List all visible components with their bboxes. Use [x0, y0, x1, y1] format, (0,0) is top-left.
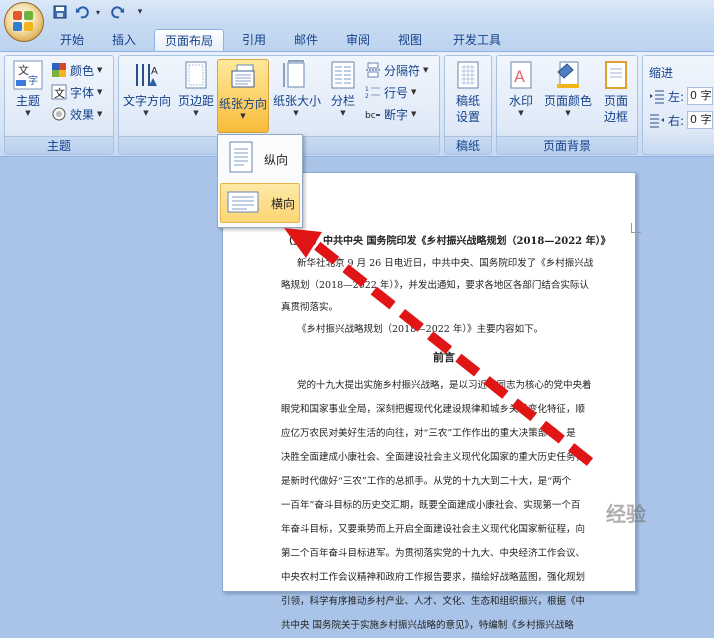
line-numbers-button[interactable]: 12 行号 ▼	[365, 82, 416, 102]
watermark-icon: A	[506, 60, 536, 90]
page-borders-icon	[601, 60, 631, 90]
indent-right-control: 右: 0 字	[649, 110, 714, 130]
redo-icon[interactable]	[110, 4, 126, 20]
tab-home[interactable]: 开始	[50, 29, 94, 51]
margins-button[interactable]: 页边距 ▼	[175, 60, 217, 117]
document-page[interactable]: （全文）中共中央 国务院印发《乡村振兴战略规划（2018—2022 年）》 新华…	[222, 172, 641, 631]
body-line: 引领，科学有序推动乡村产业、人才、文化、生态和组织振兴，根据《中	[281, 596, 586, 607]
breaks-icon	[365, 62, 381, 78]
body-line: 中央农村工作会议精神和政府工作报告要求，描绘好战略蓝图，强化规划	[281, 572, 586, 583]
indent-left-control: 左: 0 字	[649, 86, 714, 106]
text-direction-icon: A	[131, 60, 161, 90]
body-line: 眼党和国家事业全局，深刻把握现代化建设规律和城乡关系变化特征，顺	[281, 404, 586, 415]
body-line: 年奋斗目标，又要乘势而上开启全面建设社会主义现代化国家新征程，向	[281, 524, 586, 535]
hyphenation-icon: bc	[365, 106, 381, 122]
draft-settings-button[interactable]: 稿纸 设置	[448, 60, 488, 125]
draft-paper-icon	[453, 60, 483, 90]
svg-text:1: 1	[365, 86, 369, 93]
title-bar: ▾ ▾	[0, 0, 714, 42]
office-logo-icon	[13, 11, 35, 33]
body-line: 第二个百年奋斗目标进军。为贯彻落实党的十九大、中央经济工作会议、	[281, 548, 586, 559]
theme-icon: 文字	[13, 60, 43, 90]
ribbon-tabs: 开始 插入 页面布局 引用 邮件 审阅 视图 开发工具	[0, 27, 714, 51]
indent-left-input[interactable]: 0 字	[687, 87, 714, 105]
office-button[interactable]	[4, 2, 44, 42]
tab-view[interactable]: 视图	[388, 29, 432, 51]
body-line: 是新时代做好“三农”工作的总抓手。从党的十九大到二十大，是“两个	[281, 476, 572, 487]
svg-text:2: 2	[365, 93, 369, 100]
body-line: 决胜全面建成小康社会、全面建设社会主义现代化国家的重大历史任务，	[281, 452, 586, 463]
watermark-button[interactable]: A 水印 ▼	[501, 60, 541, 117]
orientation-dropdown: 纵向 横向	[217, 134, 303, 228]
orientation-button[interactable]: 纸张方向 ▼	[217, 59, 269, 133]
effects-icon	[51, 106, 67, 122]
columns-button[interactable]: 分栏 ▼	[323, 60, 363, 117]
margin-corner-mark	[631, 223, 641, 233]
indent-left-icon	[649, 88, 665, 104]
hyphenation-button[interactable]: bc 断字 ▼	[365, 104, 416, 124]
quick-access-toolbar: ▾ ▾	[52, 4, 148, 20]
effects-button[interactable]: 效果 ▼	[51, 104, 102, 124]
tab-review[interactable]: 审阅	[336, 29, 380, 51]
customize-icon[interactable]: ▾	[132, 4, 148, 20]
indent-right-input[interactable]: 0 字	[687, 111, 714, 129]
fonts-icon: 文	[51, 84, 67, 100]
body-line: 应亿万农民对美好生活的向往，对“三农”工作作出的重大决策部署，是	[281, 428, 576, 439]
undo-dropdown-icon[interactable]: ▾	[96, 8, 104, 17]
draft-group-label: 稿纸	[445, 136, 491, 154]
text-direction-button[interactable]: A 文字方向 ▼	[123, 60, 171, 117]
menu-item-landscape[interactable]: 横向	[220, 183, 300, 223]
fonts-button[interactable]: 文 字体 ▼	[51, 82, 102, 102]
line-numbers-icon: 12	[365, 84, 381, 100]
columns-icon	[328, 60, 358, 90]
paragraph-line: 《乡村振兴战略规划（2018—2022 年）》主要内容如下。	[297, 324, 544, 335]
tab-mailings[interactable]: 邮件	[284, 29, 328, 51]
page-borders-button[interactable]: 页面 边框	[597, 60, 635, 125]
tab-page-layout[interactable]: 页面布局	[154, 29, 225, 51]
menu-item-portrait[interactable]: 纵向	[220, 139, 300, 179]
body-line: 一百年”奋斗目标的历史交汇期，既要全面建成小康社会、实现第一个百	[281, 500, 581, 511]
svg-text:字: 字	[28, 74, 38, 87]
paragraph-group: 缩进 左: 0 字 右: 0 字	[642, 55, 714, 155]
svg-text:文: 文	[18, 63, 29, 77]
svg-text:A: A	[514, 67, 525, 86]
paper-size-icon	[281, 60, 311, 90]
draft-group: 稿纸 设置 稿纸	[444, 55, 492, 155]
breaks-button[interactable]: 分隔符 ▼	[365, 60, 428, 80]
svg-text:A: A	[151, 66, 158, 77]
indent-label: 缩进	[649, 66, 674, 80]
tab-insert[interactable]: 插入	[102, 29, 146, 51]
svg-text:bc: bc	[365, 111, 376, 121]
theme-button[interactable]: 文字 主题 ▼	[7, 60, 49, 117]
landscape-page-icon	[227, 188, 261, 219]
tab-references[interactable]: 引用	[232, 29, 276, 51]
themes-group: 文字 主题 ▼ 颜色 ▼ 文 字体 ▼ 效果 ▼ 主题	[4, 55, 114, 155]
colors-button[interactable]: 颜色 ▼	[51, 60, 102, 80]
body-line: 党的十九大提出实施乡村振兴战略，是以习近平同志为核心的党中央着	[297, 380, 592, 391]
watermark-text: 经验	[606, 502, 646, 526]
size-button[interactable]: 纸张大小 ▼	[273, 60, 321, 117]
section-heading: 前言	[433, 351, 455, 364]
page-color-button[interactable]: 页面颜色 ▼	[543, 60, 593, 117]
page-background-group-label: 页面背景	[497, 136, 637, 154]
colors-icon	[51, 62, 67, 78]
page-color-icon	[553, 60, 583, 90]
indent-right-icon	[649, 112, 665, 128]
page-background-group: A 水印 ▼ 页面颜色 ▼ 页面 边框 页面背景	[496, 55, 638, 155]
themes-group-label: 主题	[5, 136, 113, 154]
svg-text:文: 文	[54, 86, 65, 100]
undo-icon[interactable]	[74, 4, 90, 20]
body-line: 共中央 国务院关于实施乡村振兴战略的意见》，特编制《乡村振兴战略	[281, 620, 574, 631]
save-icon[interactable]	[52, 4, 68, 20]
portrait-page-icon	[226, 141, 254, 178]
margins-icon	[181, 60, 211, 90]
orientation-icon	[228, 63, 258, 93]
tab-developer[interactable]: 开发工具	[443, 29, 511, 51]
chevron-down-icon: ▼	[25, 109, 31, 117]
